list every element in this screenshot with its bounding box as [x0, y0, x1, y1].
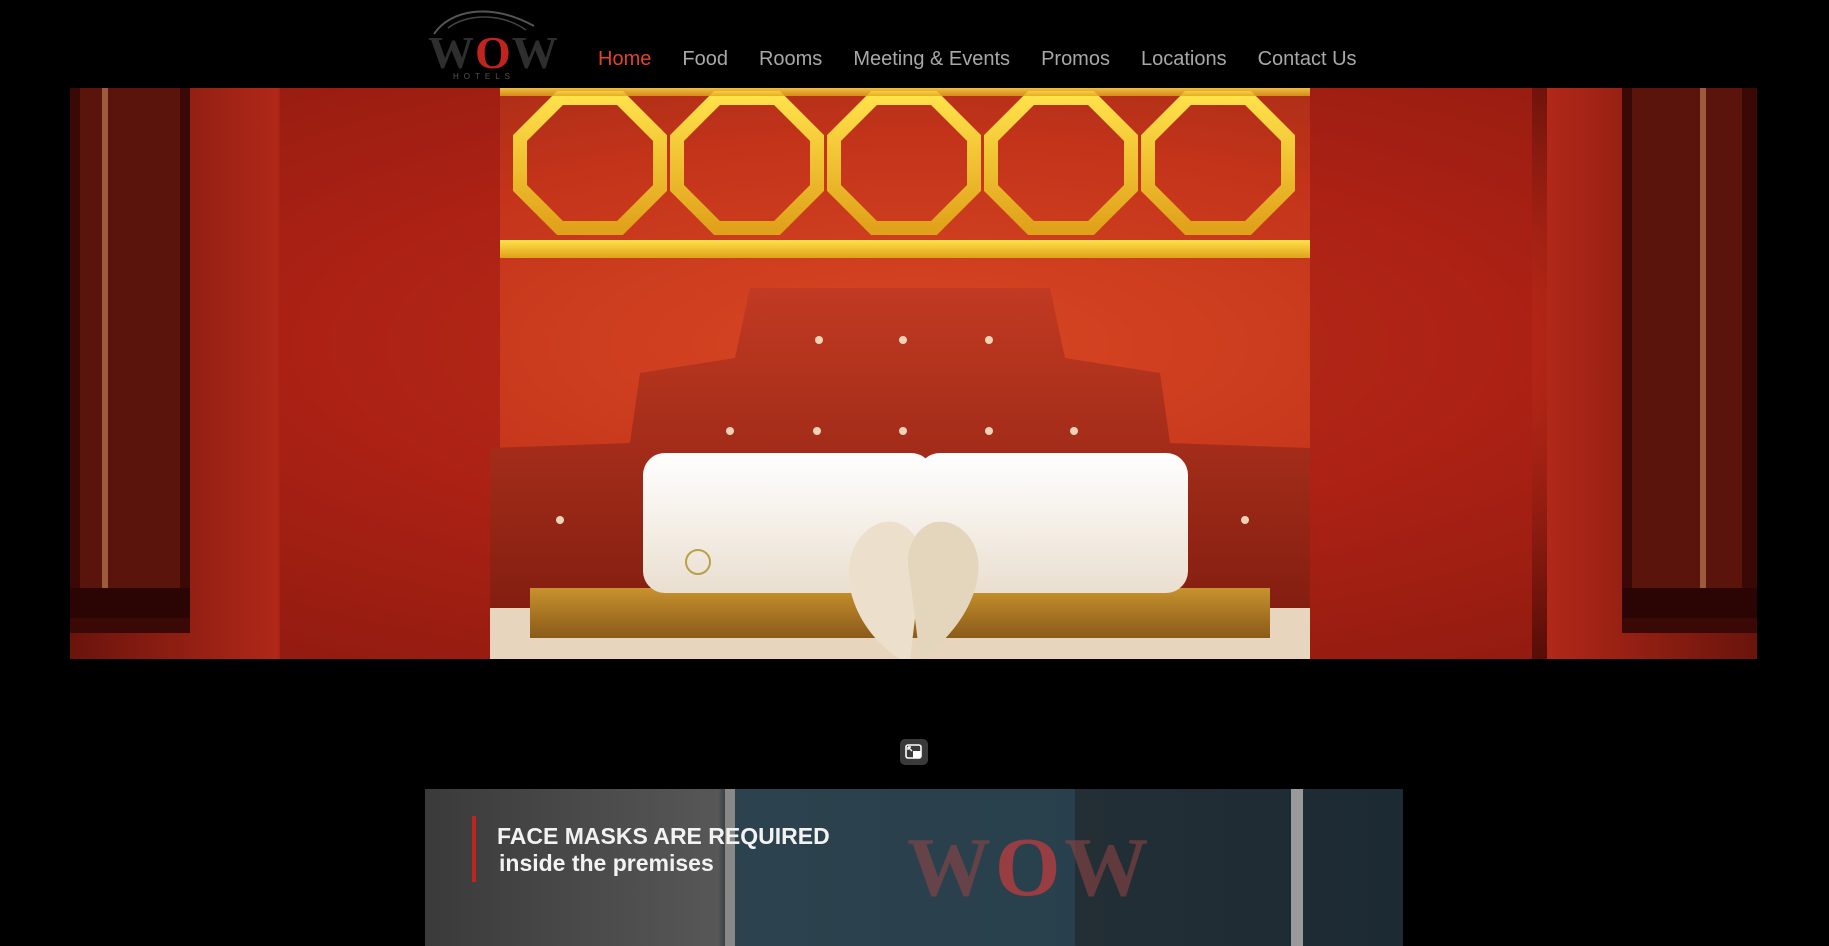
- wow-hotels-logo[interactable]: WOW HOTELS: [424, 2, 559, 82]
- hero-room-image: [70, 88, 1757, 659]
- nav-food[interactable]: Food: [682, 46, 728, 72]
- face-mask-video[interactable]: WOW FACE MASKS ARE REQUIRED inside the p…: [425, 789, 1403, 946]
- nav-rooms[interactable]: Rooms: [759, 46, 822, 72]
- video-watermark: WOW: [907, 821, 1153, 914]
- main-nav: Home Food Rooms Meeting & Events Promos …: [598, 46, 1388, 72]
- expand-window-button[interactable]: [900, 739, 928, 765]
- logo-tagline: HOTELS: [452, 72, 515, 81]
- nav-home[interactable]: Home: [598, 46, 651, 72]
- accent-bar: [472, 816, 476, 882]
- nav-contact-us[interactable]: Contact Us: [1258, 46, 1357, 72]
- nav-locations[interactable]: Locations: [1141, 46, 1227, 72]
- video-subline: inside the premises: [499, 850, 714, 876]
- nav-promos[interactable]: Promos: [1041, 46, 1110, 72]
- site-header: WOW HOTELS Home Food Rooms Meeting & Eve…: [0, 0, 1829, 88]
- video-headline: FACE MASKS ARE REQUIRED: [497, 823, 830, 849]
- nav-meeting-events[interactable]: Meeting & Events: [853, 46, 1010, 72]
- logo-wordmark: WOW: [428, 27, 559, 78]
- expand-window-icon: [905, 744, 922, 759]
